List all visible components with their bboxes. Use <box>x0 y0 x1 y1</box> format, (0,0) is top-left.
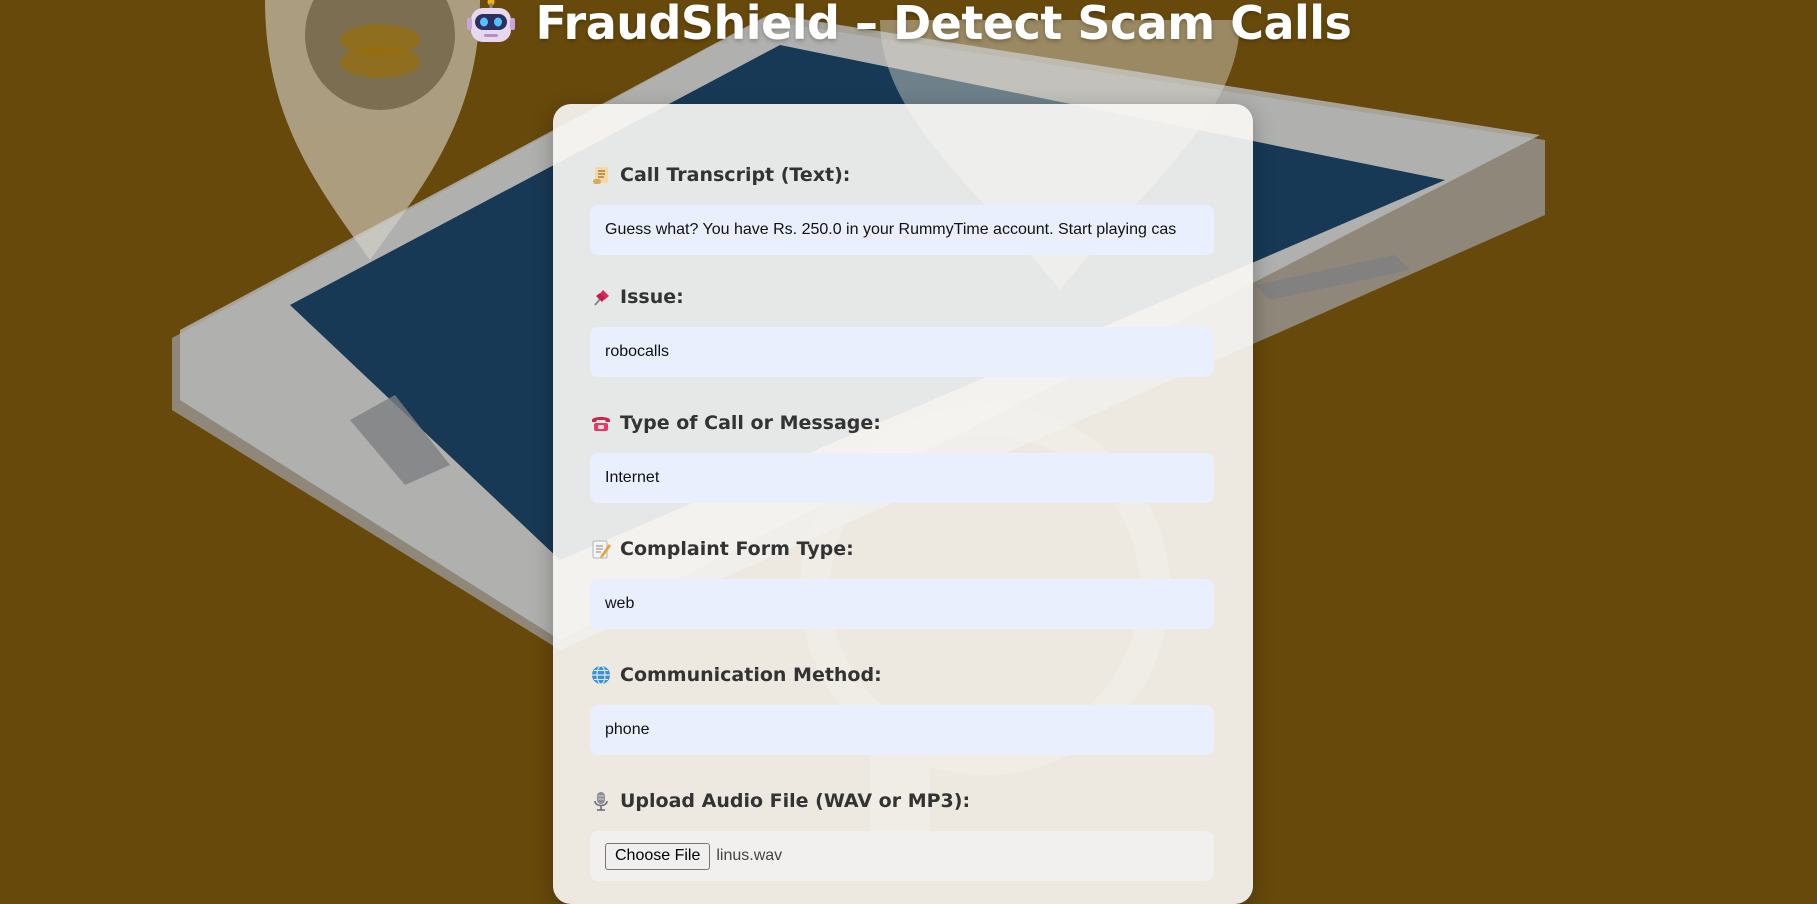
scam-detection-form: Call Transcript (Text): Issue: <box>553 104 1253 904</box>
communication-field: Communication Method: <box>590 660 1214 755</box>
scroll-icon <box>590 164 612 186</box>
pushpin-icon <box>590 286 612 308</box>
call-type-label-text: Type of Call or Message: <box>620 412 881 434</box>
issue-label-text: Issue: <box>620 286 684 308</box>
audio-upload-label-text: Upload Audio File (WAV or MP3): <box>620 790 971 812</box>
communication-label-text: Communication Method: <box>620 664 882 686</box>
call-type-label: Type of Call or Message: <box>590 408 1214 438</box>
audio-file-input: Choose File linus.wav <box>590 831 1214 881</box>
transcript-field: Call Transcript (Text): <box>590 160 1214 255</box>
complaint-form-field: Complaint Form Type: <box>590 534 1214 629</box>
transcript-label-text: Call Transcript (Text): <box>620 164 851 186</box>
memo-icon <box>590 538 612 560</box>
choose-file-button[interactable]: Choose File <box>605 842 711 870</box>
globe-icon <box>590 664 612 686</box>
communication-input[interactable] <box>590 705 1214 755</box>
telephone-icon <box>590 412 612 434</box>
issue-label: Issue: <box>590 282 1214 312</box>
complaint-form-label-text: Complaint Form Type: <box>620 538 854 560</box>
issue-field: Issue: <box>590 282 1214 377</box>
communication-label: Communication Method: <box>590 660 1214 690</box>
complaint-form-label: Complaint Form Type: <box>590 534 1214 564</box>
audio-upload-field: Upload Audio File (WAV or MP3): Choose F… <box>590 786 1214 881</box>
page-header: FraudShield – Detect Scam Calls <box>0 0 1817 50</box>
transcript-label: Call Transcript (Text): <box>590 160 1214 190</box>
audio-upload-label: Upload Audio File (WAV or MP3): <box>590 786 1214 816</box>
call-type-field: Type of Call or Message: <box>590 408 1214 503</box>
microphone-icon <box>590 790 612 812</box>
robot-icon <box>466 0 515 42</box>
transcript-input[interactable] <box>590 205 1214 255</box>
selected-file-name: linus.wav <box>716 847 783 864</box>
issue-input[interactable] <box>590 327 1214 377</box>
page-title: FraudShield – Detect Scam Calls <box>535 0 1352 50</box>
complaint-form-input[interactable] <box>590 579 1214 629</box>
call-type-input[interactable] <box>590 453 1214 503</box>
